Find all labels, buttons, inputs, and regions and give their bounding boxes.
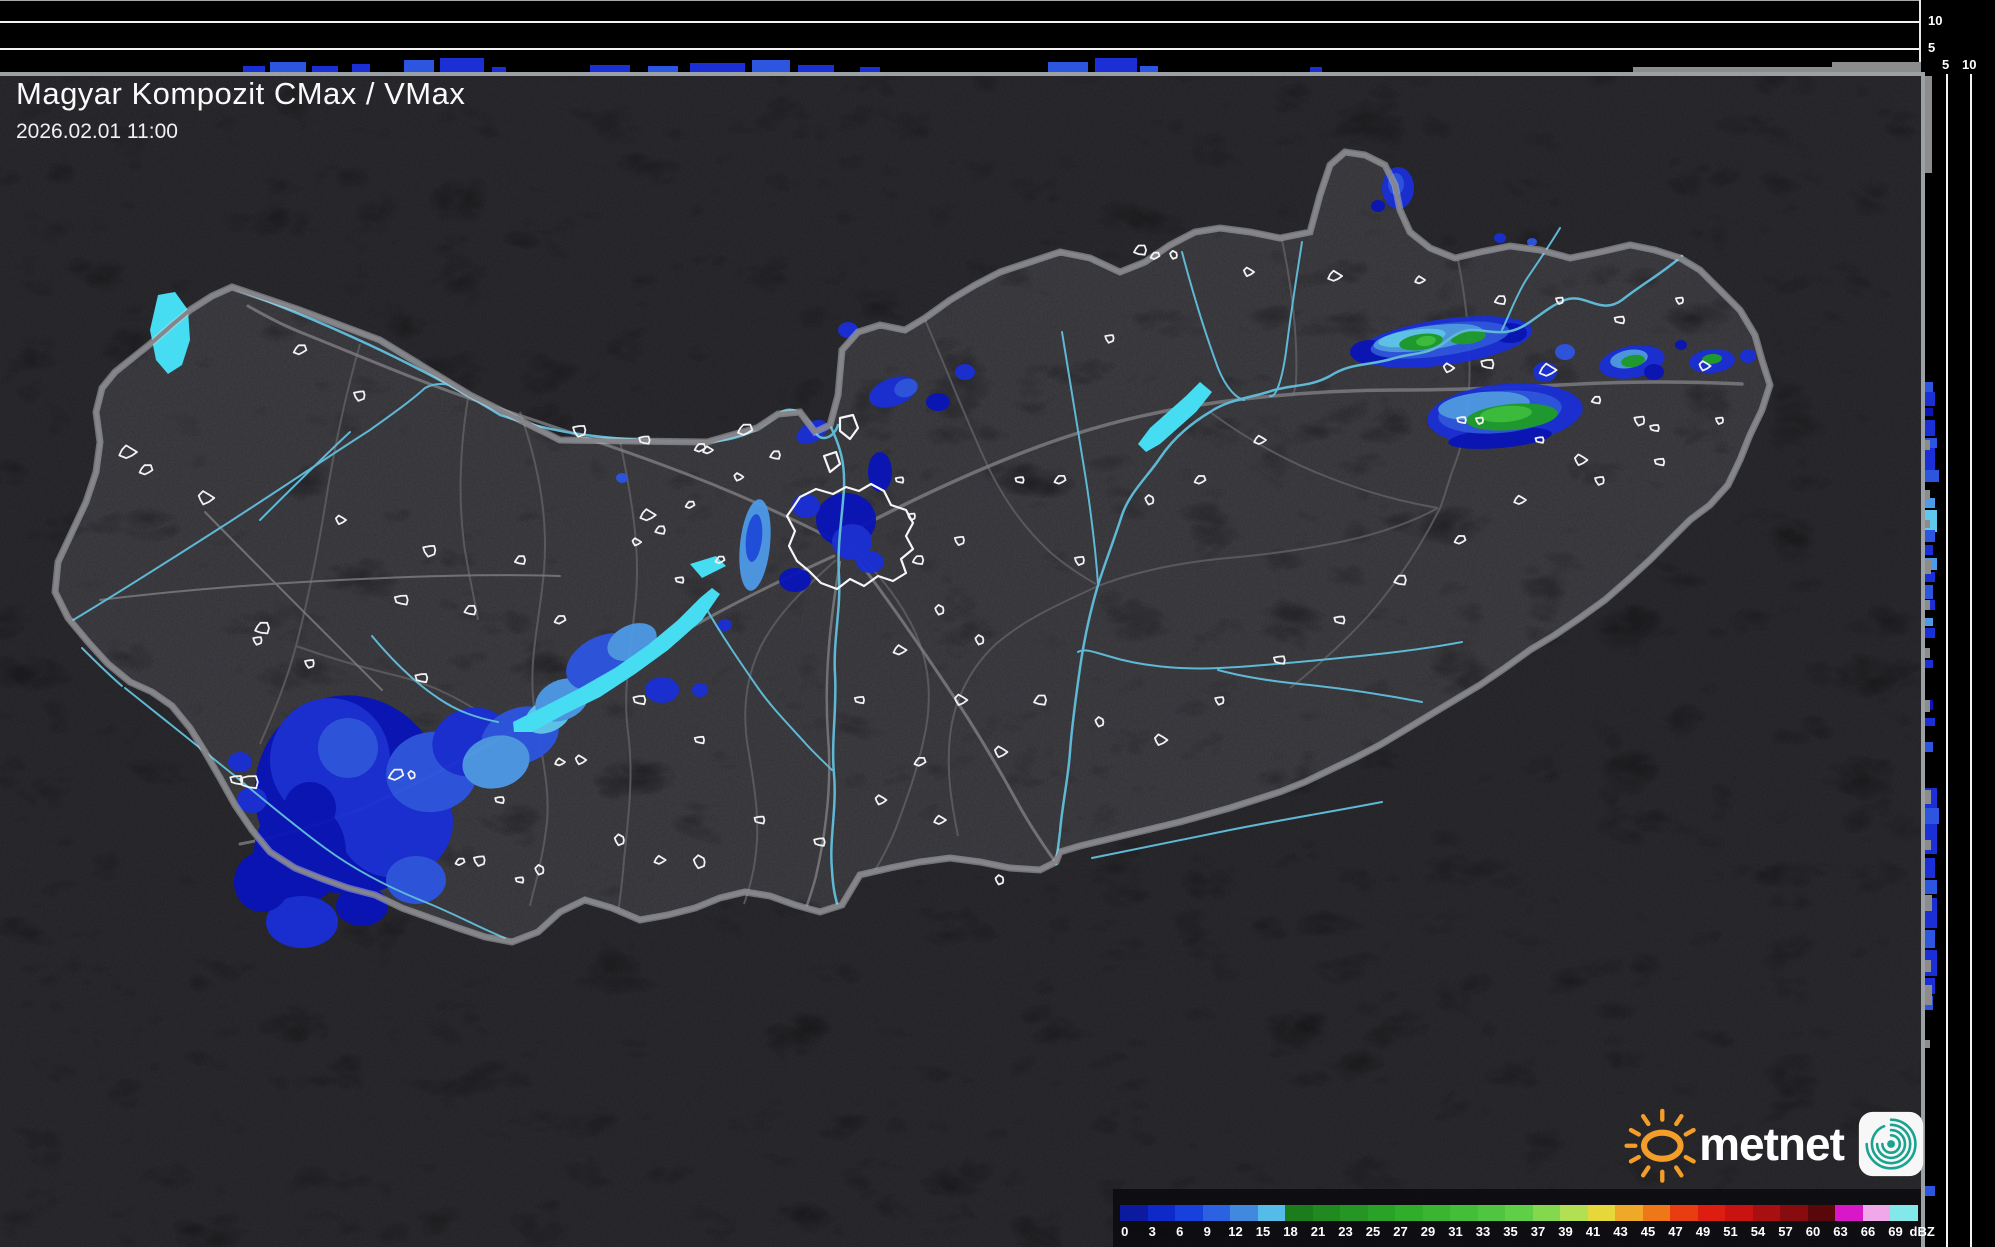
dbz-tick: 23 <box>1338 1224 1353 1239</box>
dbz-swatch <box>1752 1205 1780 1221</box>
logo-wordmark: metnet <box>1699 1118 1845 1170</box>
dbz-swatch <box>1175 1205 1203 1221</box>
top-5km-line <box>0 48 1921 50</box>
top-axis-tick-5: 5 <box>1928 40 1936 55</box>
dbz-swatch <box>1697 1205 1725 1221</box>
dbz-tick: 45 <box>1640 1224 1656 1239</box>
top-height-profile-panel <box>0 0 1921 72</box>
dbz-swatch <box>1725 1205 1753 1221</box>
dbz-tick: 41 <box>1585 1224 1601 1239</box>
dbz-tick: 49 <box>1695 1224 1711 1239</box>
dbz-swatch <box>1367 1205 1395 1221</box>
dbz-tick: 29 <box>1420 1224 1436 1239</box>
dbz-tick: 57 <box>1778 1224 1793 1239</box>
top-axis-line <box>0 0 1921 1</box>
dbz-swatch <box>1587 1205 1615 1221</box>
dbz-swatch <box>1890 1205 1918 1221</box>
dbz-tick: 43 <box>1613 1224 1628 1239</box>
dbz-swatch <box>1670 1205 1698 1221</box>
dbz-legend: 0 3 6 9 12 15 18 21 23 25 27 29 31 33 35 37 39 41 43 45 47 49… <box>1113 1189 1935 1247</box>
dbz-tick: 27 <box>1393 1224 1408 1239</box>
dbz-swatch <box>1257 1205 1285 1221</box>
top-10km-line <box>0 21 1921 23</box>
dbz-color-bar <box>1120 1205 1918 1221</box>
dbz-swatch <box>1120 1205 1148 1221</box>
dbz-swatch <box>1477 1205 1505 1221</box>
dbz-swatch <box>1560 1205 1588 1221</box>
dbz-tick: 60 <box>1805 1224 1821 1239</box>
sun-icon <box>1624 1108 1696 1183</box>
dbz-swatch <box>1505 1205 1533 1221</box>
dbz-tick: 37 <box>1530 1224 1546 1239</box>
dbz-tick: 18 <box>1283 1224 1298 1239</box>
dbz-swatch <box>1202 1205 1230 1221</box>
dbz-tick: 12 <box>1228 1224 1243 1239</box>
timestamp: 2026.02.01 11:00 <box>16 120 178 143</box>
dbz-tick: 6 <box>1176 1224 1184 1239</box>
dbz-tick: 25 <box>1365 1224 1381 1239</box>
dbz-tick: 33 <box>1475 1224 1491 1239</box>
dbz-tick: 69 <box>1888 1224 1903 1239</box>
dbz-swatch <box>1147 1205 1175 1221</box>
dbz-swatch <box>1862 1205 1890 1221</box>
dbz-swatch <box>1285 1205 1313 1221</box>
dbz-tick: 21 <box>1310 1224 1326 1239</box>
title-block: Magyar Kompozit CMax / VMax 2026.02.01 1… <box>16 76 465 144</box>
map-frame-right <box>1921 72 1925 1247</box>
dbz-swatch <box>1450 1205 1478 1221</box>
dbz-tick: 9 <box>1203 1224 1211 1239</box>
dbz-swatch <box>1642 1205 1670 1221</box>
dbz-swatch <box>1807 1205 1835 1221</box>
dbz-unit-label: dBZ <box>1909 1224 1935 1239</box>
dbz-tick: 35 <box>1503 1224 1518 1239</box>
dbz-swatch <box>1835 1205 1863 1221</box>
right-axis-tick-10: 10 <box>1962 57 1977 72</box>
dbz-tick: 47 <box>1668 1224 1683 1239</box>
dbz-tick: 66 <box>1860 1224 1876 1239</box>
right-height-profile-panel <box>1925 0 1995 1247</box>
dbz-swatch <box>1395 1205 1423 1221</box>
dbz-tick: 54 <box>1750 1224 1766 1239</box>
dbz-tick: 3 <box>1148 1224 1156 1239</box>
dbz-tick: 51 <box>1723 1224 1738 1239</box>
dbz-swatch <box>1780 1205 1808 1221</box>
dbz-swatch <box>1615 1205 1643 1221</box>
dbz-tick: 39 <box>1558 1224 1573 1239</box>
dbz-tick-labels: 0 3 6 9 12 15 18 21 23 25 27 29 31 33 35 37 39 41 43 45 47 49… <box>1120 1224 1935 1242</box>
dbz-tick: 15 <box>1255 1224 1271 1239</box>
dbz-tick: 63 <box>1833 1224 1848 1239</box>
dbz-swatch <box>1532 1205 1560 1221</box>
right-5km-line <box>1946 74 1948 1247</box>
metnet-logo[interactable]: metnet <box>1624 1098 1924 1190</box>
spiral-app-icon <box>1858 1111 1924 1177</box>
dbz-tick: 0 <box>1121 1224 1129 1239</box>
dbz-swatch <box>1340 1205 1368 1221</box>
page-title: Magyar Kompozit CMax / VMax <box>16 76 466 111</box>
right-axis-tick-5: 5 <box>1942 57 1950 72</box>
dbz-swatch <box>1422 1205 1450 1221</box>
top-axis-tick-10: 10 <box>1928 13 1943 28</box>
radar-map <box>0 72 1921 1247</box>
right-10km-line <box>1970 74 1972 1247</box>
radar-viewer: { "header": { "title": "Magyar Kompozit … <box>0 0 1995 1247</box>
dbz-tick: 31 <box>1448 1224 1463 1239</box>
dbz-swatch <box>1230 1205 1258 1221</box>
dbz-swatch <box>1312 1205 1340 1221</box>
